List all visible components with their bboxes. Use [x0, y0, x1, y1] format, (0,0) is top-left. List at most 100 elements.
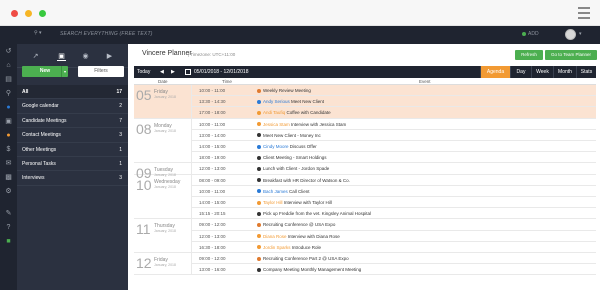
home-icon[interactable]: ⌂ — [5, 62, 12, 69]
event-person[interactable]: Jessica Stam — [263, 122, 290, 127]
sidebar-item-personal-tasks[interactable]: Personal Tasks 1 — [17, 157, 128, 172]
event-title: Client Meeting - Smart Holdings — [263, 155, 327, 161]
minimize-window-icon[interactable] — [25, 10, 32, 17]
event-cell[interactable]: Weekly Review Meeting — [257, 88, 311, 93]
chevron-down-icon[interactable]: ▾ — [61, 66, 68, 77]
sidebar-item-candidate-meetings[interactable]: Candidate Meetings 7 — [17, 114, 128, 129]
day-month: January, 2018 — [154, 95, 176, 99]
calendar-tab-icon[interactable]: ▣ — [57, 52, 66, 61]
agenda-row[interactable]: 09:00 - 12:00 Recruiting Conference @ USA… — [192, 219, 596, 231]
event-person[interactable]: Bach James — [263, 189, 288, 194]
close-window-icon[interactable] — [11, 10, 18, 17]
add-icon[interactable] — [522, 32, 526, 36]
document-icon[interactable]: ▤ — [5, 76, 12, 83]
event-cell[interactable]: Andi Taufiq Coffee with Candidate — [257, 110, 331, 115]
agenda-row[interactable]: 15:15 - 20:15 Pick up Freddie from the ve… — [192, 208, 596, 220]
sidebar-item-all[interactable]: All 17 — [17, 85, 128, 100]
filters-button[interactable]: Filters — [78, 66, 124, 77]
event-cell[interactable]: Cindy Moore Discuss Offer — [257, 144, 317, 149]
event-cell[interactable]: Andy Serious Meet New Client — [257, 99, 324, 104]
event-cell[interactable]: Taylor Hill Interview with Taylor Hill — [257, 200, 332, 205]
global-search-input[interactable]: SEARCH EVERYTHING (FREE TEXT) — [60, 31, 153, 37]
refresh-button[interactable]: Refresh — [515, 50, 543, 60]
agenda-row[interactable]: 12:00 - 13:00 Lunch with Client - Jordon … — [192, 163, 596, 175]
tab-week[interactable]: Week — [531, 66, 553, 78]
agenda-row[interactable]: 10:00 - 11:00 Weekly Review Meeting — [192, 85, 596, 97]
settings-icon[interactable]: ⚙ — [5, 188, 12, 195]
event-person[interactable]: Jordin Sparks — [263, 245, 291, 250]
chart-icon[interactable]: ▩ — [5, 174, 12, 181]
agenda-row[interactable]: 10:00 - 11:00 Jessica Stam Interview with… — [192, 119, 596, 130]
agenda-row[interactable]: 09:00 - 12:00 Recruiting Conference Part … — [192, 253, 596, 265]
hamburger-menu-icon[interactable] — [578, 7, 590, 22]
item-count: 3 — [119, 175, 122, 182]
person-icon[interactable]: ● — [5, 104, 12, 111]
tab-agenda[interactable]: Agenda — [480, 66, 510, 78]
event-cell[interactable]: Meet New Client - Money Inc — [257, 133, 321, 138]
cart-icon[interactable]: ■ — [5, 238, 12, 245]
agenda-row[interactable]: 17:00 - 18:00 Andi Taufiq Coffee with Can… — [192, 107, 596, 119]
help-icon[interactable]: ? — [5, 224, 12, 231]
agenda-row[interactable]: 16:30 - 18:00 Jordin Sparks Introduce Rol… — [192, 242, 596, 253]
user-avatar[interactable] — [565, 29, 576, 40]
sidebar-tabs: ↗ ▣ ◉ ▶ — [17, 44, 128, 68]
agenda-row[interactable]: 14:00 - 15:00 Cindy Moore Discuss Offer — [192, 141, 596, 153]
money-icon[interactable]: $ — [5, 146, 12, 153]
event-person[interactable]: Andi Taufiq — [263, 110, 285, 115]
tab-stats[interactable]: Stats — [576, 66, 596, 78]
video-icon[interactable]: ▶ — [105, 52, 114, 61]
event-cell[interactable]: Lunch with Client - Jordon Spade — [257, 166, 329, 171]
add-button[interactable]: ADD — [528, 31, 539, 37]
sidebar-item-interviews[interactable]: Interviews 3 — [17, 171, 128, 186]
next-arrow-icon[interactable]: ▶ — [171, 69, 175, 75]
today-button[interactable]: Today — [137, 69, 150, 75]
activity-chart-icon[interactable]: ↗ — [31, 52, 40, 61]
agenda-row[interactable]: 12:00 - 13:00 Diana Rose Interview with D… — [192, 231, 596, 242]
day-number: 10 — [136, 176, 152, 193]
history-icon[interactable]: ↺ — [5, 48, 12, 55]
prev-arrow-icon[interactable]: ◀ — [160, 69, 164, 75]
calendar-icon[interactable]: ▣ — [5, 118, 12, 125]
car-icon[interactable]: ◉ — [81, 52, 90, 61]
agenda-row[interactable]: 14:00 - 15:00 Taylor Hill Interview with … — [192, 197, 596, 209]
event-cell[interactable]: Company Meeting Monthly Management Meeti… — [257, 267, 361, 272]
agenda-row[interactable]: 13:00 - 14:00 Meet New Client - Money Inc — [192, 130, 596, 141]
tab-month[interactable]: Month — [553, 66, 576, 78]
page-title: Vincere Planner — [142, 50, 192, 57]
event-cell[interactable]: Recruiting Conference Part 2 @ USA Expo — [257, 256, 349, 261]
edit-icon[interactable]: ✎ — [5, 210, 12, 217]
event-person[interactable]: Andy Serious — [263, 99, 290, 104]
event-cell[interactable]: Client Meeting - Smart Holdings — [257, 155, 327, 160]
event-person[interactable]: Cindy Moore — [263, 144, 289, 149]
event-cell[interactable]: Diana Rose Interview with Diana Rose — [257, 234, 340, 239]
event-cell[interactable]: Jessica Stam Interview with Jessica Stam — [257, 122, 346, 127]
agenda-row[interactable]: 08:00 - 09:00 Breakfast with HR Director … — [192, 175, 596, 186]
chevron-down-icon[interactable]: ▾ — [579, 31, 582, 37]
day-header: 12 Friday January, 2018 — [134, 253, 192, 276]
agenda-row[interactable]: 13:00 - 16:00 Company Meeting Monthly Man… — [192, 264, 596, 276]
event-cell[interactable]: Bach James Call Client — [257, 189, 310, 194]
event-time: 09:00 - 12:00 — [199, 256, 226, 261]
event-person[interactable]: Diana Rose — [263, 234, 287, 239]
event-cell[interactable]: Pick up Freddie from the vet. Kingsley A… — [257, 211, 371, 216]
event-cell[interactable]: Breakfast with HR Director of Watson & C… — [257, 178, 350, 183]
maximize-window-icon[interactable] — [39, 10, 46, 17]
sidebar-item-other-meetings[interactable]: Other Meetings 1 — [17, 143, 128, 157]
event-title: Lunch with Client - Jordon Spade — [263, 166, 330, 172]
sidebar-item-contact-meetings[interactable]: Contact Meetings 3 — [17, 128, 128, 143]
event-cell[interactable]: Jordin Sparks Introduce Role — [257, 245, 321, 250]
tab-day[interactable]: Day — [510, 66, 531, 78]
event-cell[interactable]: Recruiting Conference @ USA Expo — [257, 222, 335, 227]
event-person[interactable]: Taylor Hill — [263, 200, 283, 205]
column-time: Time — [222, 79, 232, 84]
date-picker-icon[interactable] — [185, 69, 191, 75]
mail-icon[interactable]: ✉ — [5, 160, 12, 167]
contacts-icon[interactable]: ● — [5, 132, 12, 139]
search-icon[interactable]: ⚲ ▾ — [34, 30, 42, 36]
search-icon[interactable]: ⚲ — [5, 90, 12, 97]
sidebar-item-google-calendar[interactable]: Google calendar 2 — [17, 99, 128, 114]
agenda-row[interactable]: 18:00 - 19:00 Client Meeting - Smart Hold… — [192, 152, 596, 164]
agenda-row[interactable]: 13:30 - 14:30 Andy Serious Meet New Clien… — [192, 96, 596, 108]
agenda-row[interactable]: 10:00 - 11:00 Bach James Call Client — [192, 186, 596, 197]
team-planner-button[interactable]: Go to Team Planner — [545, 50, 597, 60]
